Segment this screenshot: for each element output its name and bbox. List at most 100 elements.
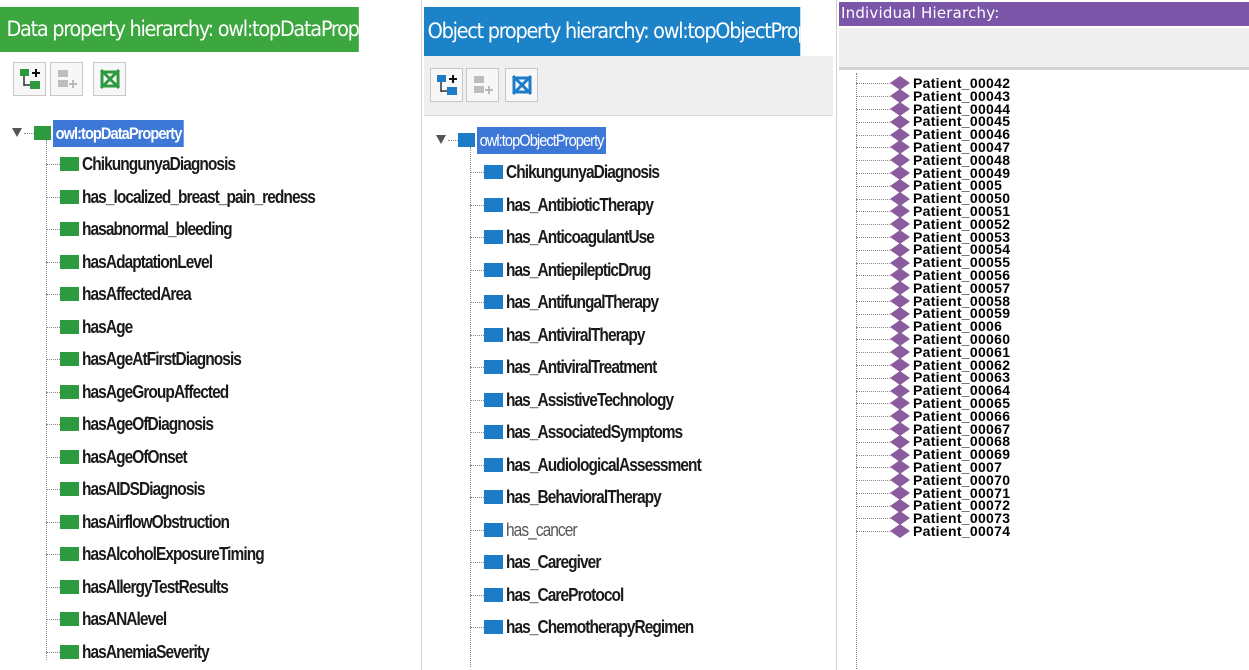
data-property-icon bbox=[60, 254, 79, 269]
tree-root-label[interactable]: owl:topDataProperty bbox=[53, 120, 184, 147]
object-property-icon bbox=[484, 555, 503, 570]
individual-item[interactable]: Patient_00054 bbox=[839, 242, 1249, 257]
individual-item[interactable]: Patient_00062 bbox=[839, 358, 1249, 372]
individual-item[interactable]: Patient_00060 bbox=[839, 332, 1249, 347]
tree-connector-line bbox=[24, 133, 34, 134]
object-property-list: ChikungunyaDiagnosis has_AntibioticTherap… bbox=[424, 156, 833, 644]
tree-item[interactable]: hasAffectedArea bbox=[0, 278, 420, 311]
data-property-icon bbox=[60, 417, 79, 432]
tree-item[interactable]: hasAgeOfOnset bbox=[0, 441, 420, 474]
individual-item[interactable]: Patient_00069 bbox=[839, 447, 1249, 462]
delete-property-button[interactable] bbox=[93, 62, 126, 96]
tree-item-label: has_ChemotherapyRegimen bbox=[506, 617, 694, 637]
individual-item[interactable]: Patient_00061 bbox=[839, 345, 1249, 360]
individual-item[interactable]: Patient_00043 bbox=[839, 89, 1249, 104]
individual-item[interactable]: Patient_00056 bbox=[839, 268, 1249, 283]
tree-item[interactable]: ChikungunyaDiagnosis bbox=[0, 148, 420, 181]
individual-item[interactable]: Patient_00048 bbox=[839, 153, 1249, 168]
individual-item[interactable]: Patient_00053 bbox=[839, 230, 1249, 244]
individual-item[interactable]: Patient_00042 bbox=[839, 76, 1249, 91]
add-subproperty-button[interactable] bbox=[430, 68, 463, 102]
individual-item[interactable]: Patient_00070 bbox=[839, 473, 1249, 488]
individual-item[interactable]: Patient_00057 bbox=[839, 281, 1249, 296]
expand-arrow-icon[interactable] bbox=[436, 135, 446, 144]
tree-item[interactable]: hasAirflowObstruction bbox=[0, 506, 420, 539]
individual-item[interactable]: Patient_00065 bbox=[839, 396, 1249, 411]
tree-item[interactable]: has_AudiologicalAssessment bbox=[424, 449, 833, 482]
tree-item[interactable]: has_AntiviralTreatment bbox=[424, 351, 833, 384]
tree-item[interactable]: hasAgeGroupAffected bbox=[0, 376, 420, 409]
tree-item[interactable]: hasANAlevel bbox=[0, 603, 420, 636]
individual-item[interactable]: Patient_00049 bbox=[839, 166, 1249, 180]
tree-item-label: has_AssistiveTechnology bbox=[506, 389, 674, 410]
tree-item[interactable]: hasAgeOfDiagnosis bbox=[0, 408, 420, 441]
tree-item[interactable]: ChikungunyaDiagnosis bbox=[424, 156, 833, 189]
tree-item[interactable]: has_Caregiver bbox=[424, 546, 833, 579]
tree-connector-line bbox=[46, 359, 60, 361]
individual-item[interactable]: Patient_00066 bbox=[839, 409, 1249, 424]
add-sibling-button[interactable] bbox=[466, 68, 499, 102]
tree-root-label[interactable]: owl:topObjectProperty bbox=[477, 127, 607, 154]
tree-item[interactable]: hasAnemiaSeverity bbox=[0, 636, 420, 669]
tree-item[interactable]: hasAIDSDiagnosis bbox=[0, 473, 420, 506]
delete-property-button[interactable] bbox=[505, 68, 538, 102]
individual-item[interactable]: Patient_00044 bbox=[839, 102, 1249, 116]
individual-item[interactable]: Patient_00067 bbox=[839, 422, 1249, 436]
tree-connector-line bbox=[46, 489, 60, 491]
individual-item[interactable]: Patient_0007 bbox=[839, 460, 1249, 475]
tree-item[interactable]: has_AssociatedSymptoms bbox=[424, 416, 833, 449]
individual-label: Patient_00074 bbox=[913, 522, 1011, 539]
tree-item[interactable]: has_AssistiveTechnology bbox=[424, 384, 833, 417]
individual-item[interactable]: Patient_0005 bbox=[839, 178, 1249, 193]
tree-connector-line bbox=[448, 140, 458, 141]
tree-item[interactable]: has_CareProtocol bbox=[424, 579, 833, 612]
individual-item[interactable]: Patient_00071 bbox=[839, 486, 1249, 500]
tree-item[interactable]: hasAllergyTestResults bbox=[0, 571, 420, 604]
individual-item[interactable]: Patient_00045 bbox=[839, 114, 1249, 129]
tree-item[interactable]: hasAge bbox=[0, 311, 420, 344]
tree-item[interactable]: has_AntiviralTherapy bbox=[424, 319, 833, 352]
individual-item[interactable]: Patient_00051 bbox=[839, 204, 1249, 219]
data-property-icon bbox=[60, 579, 79, 594]
individual-item[interactable]: Patient_00073 bbox=[839, 511, 1249, 526]
individual-item[interactable]: Patient_00047 bbox=[839, 140, 1249, 155]
tree-item[interactable]: hasAdaptationLevel bbox=[0, 246, 420, 279]
tree-item-label: hasAIDSDiagnosis bbox=[82, 479, 205, 499]
individual-item[interactable]: Patient_00059 bbox=[839, 306, 1249, 321]
individual-item[interactable]: Patient_00063 bbox=[839, 370, 1249, 385]
individual-item[interactable]: Patient_00055 bbox=[839, 255, 1249, 270]
tree-item[interactable]: hasabnormal_bleeding bbox=[0, 213, 420, 246]
tree-item[interactable]: has_cancer bbox=[424, 514, 833, 547]
tree-item[interactable]: hasAlcoholExposureTiming bbox=[0, 538, 420, 571]
add-subproperty-button[interactable] bbox=[13, 62, 46, 96]
tree-item[interactable]: has_AntifungalTherapy bbox=[424, 286, 833, 319]
individual-item[interactable]: Patient_00058 bbox=[839, 294, 1249, 308]
tree-connector-line bbox=[46, 326, 60, 328]
individual-item[interactable]: Patient_00064 bbox=[839, 383, 1249, 398]
object-property-icon bbox=[484, 165, 503, 180]
tree-item-label: hasabnormal_bleeding bbox=[82, 219, 233, 239]
tree-item[interactable]: has_AnticoagulantUse bbox=[424, 221, 833, 254]
tree-item[interactable]: hasAgeAtFirstDiagnosis bbox=[0, 343, 420, 376]
tree-connector-line bbox=[46, 294, 60, 296]
tree-item-label: hasAnemiaSeverity bbox=[82, 641, 210, 662]
tree-connector-line bbox=[856, 249, 890, 251]
tree-item-label: has_CareProtocol bbox=[506, 584, 624, 605]
tree-item[interactable]: has_BehavioralTherapy bbox=[424, 481, 833, 514]
tree-item[interactable]: has_localized_breast_pain_redness bbox=[0, 181, 420, 214]
individual-item[interactable]: Patient_00072 bbox=[839, 498, 1249, 513]
tree-item[interactable]: has_ChemotherapyRegimen bbox=[424, 611, 833, 644]
individual-item[interactable]: Patient_0006 bbox=[839, 319, 1249, 334]
individual-item[interactable]: Patient_00068 bbox=[839, 434, 1249, 449]
tree-connector-line bbox=[856, 531, 890, 533]
individual-item[interactable]: Patient_00074 bbox=[839, 522, 1249, 539]
object-property-icon bbox=[484, 295, 503, 310]
tree-connector-line bbox=[856, 390, 890, 392]
add-sibling-button[interactable] bbox=[50, 62, 83, 96]
individual-item[interactable]: Patient_00046 bbox=[839, 127, 1249, 142]
individual-item[interactable]: Patient_00052 bbox=[839, 217, 1249, 232]
tree-item[interactable]: has_AntibioticTherapy bbox=[424, 189, 833, 222]
individual-item[interactable]: Patient_00050 bbox=[839, 191, 1249, 206]
tree-item[interactable]: has_AntiepilepticDrug bbox=[424, 254, 833, 287]
expand-arrow-icon[interactable] bbox=[12, 128, 22, 137]
